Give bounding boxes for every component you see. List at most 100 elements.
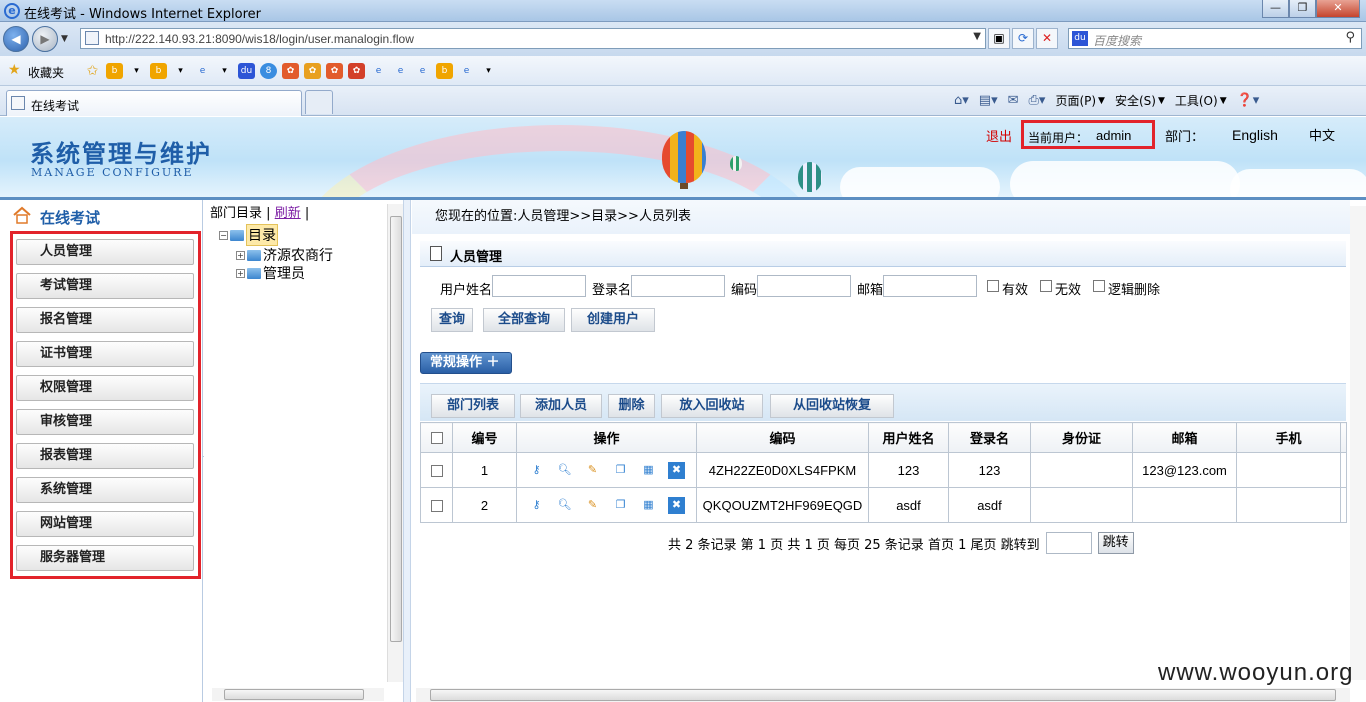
tree-node[interactable]: + 济源农商行 [236,245,333,265]
sidebar-item-permission[interactable]: 权限管理 [16,375,194,401]
column-header[interactable]: 身份证 [1030,422,1133,453]
calendar-icon[interactable]: ▦ [640,497,657,514]
dropdown-icon[interactable]: ▾ [480,63,497,79]
calendar-icon[interactable]: ▦ [640,462,657,479]
scroll-thumb[interactable] [430,689,1336,701]
refresh-icon[interactable]: ⟳ [1012,28,1034,49]
invalid-checkbox[interactable] [1040,280,1052,292]
stop-icon[interactable]: ✕ [1036,28,1058,49]
ie-link-icon[interactable]: e [414,63,431,79]
lang-english-link[interactable]: English [1232,127,1278,143]
dropdown-icon[interactable]: ▾ [172,63,189,79]
ie-link-icon[interactable]: e [458,63,475,79]
favorites-star-icon[interactable]: ★ [8,62,21,78]
email-input[interactable] [883,275,977,297]
print-icon[interactable]: ⎙▾ [1029,93,1046,108]
mail-icon[interactable]: ✉ [1008,93,1019,108]
column-header[interactable]: 编码 [696,422,869,453]
favorites-label[interactable]: 收藏夹 [28,64,64,81]
sidebar-item-registration[interactable]: 报名管理 [16,307,194,333]
close-window-button[interactable]: ✕ [1316,0,1360,18]
logic-delete-checkbox[interactable] [1093,280,1105,292]
delete-icon[interactable]: ✖ [668,461,685,479]
column-header[interactable]: 用户姓名 [868,422,949,453]
expand-icon[interactable]: + [236,268,245,278]
site-icon[interactable]: ✿ [326,63,343,79]
row-checkbox[interactable] [430,465,443,478]
tree-horizontal-scrollbar[interactable] [212,688,384,701]
forward-button[interactable]: ▶ [32,26,58,52]
address-field[interactable]: http://222.140.93.21:8090/wis18/login/us… [80,28,986,49]
table-row[interactable]: 1 ⚷ 🔍︎ ✎ ❐ ▦ ✖ 4ZH22ZE0D0XLS4FPKM 123 12… [420,452,1347,488]
view-icon[interactable]: 🔍︎ [556,462,573,479]
search-box[interactable]: du 百度搜索 ⚲ [1068,28,1362,49]
column-header[interactable]: 邮箱 [1132,422,1237,453]
username-input[interactable] [492,275,586,297]
copy-icon[interactable]: ❐ [612,462,629,479]
column-header[interactable]: 手机 [1236,422,1341,453]
sidebar-item-system[interactable]: 系统管理 [16,477,194,503]
column-header[interactable]: 编号 [452,422,517,453]
site-icon[interactable]: ✿ [348,63,365,79]
main-horizontal-scrollbar[interactable] [416,688,1350,702]
help-icon[interactable]: ❓▾ [1237,93,1260,108]
table-row[interactable]: 2 ⚷ 🔍︎ ✎ ❐ ▦ ✖ QKQOUZMT2HF969EQGD asdf a… [420,487,1347,523]
panel-splitter[interactable] [403,200,411,702]
compat-view-icon[interactable]: ▣ [988,28,1010,49]
query-all-button[interactable]: 全部查询 [483,308,565,332]
dropdown-icon[interactable]: ▾ [216,63,233,79]
new-tab-button[interactable] [305,90,333,114]
edit-icon[interactable]: ✎ [584,462,601,479]
page-menu[interactable]: 页面(P) [1055,92,1096,109]
safety-menu[interactable]: 安全(S) [1115,92,1156,109]
tree-node-label[interactable]: 管理员 [263,263,305,283]
to-recycle-button[interactable]: 放入回收站 [661,394,763,418]
baidu-icon[interactable]: du [238,63,255,79]
restore-button[interactable]: 从回收站恢复 [770,394,894,418]
home-icon[interactable]: ⌂▾ [954,93,969,108]
history-dropdown-icon[interactable]: ▼ [61,34,68,44]
site-icon[interactable]: 8 [260,63,277,79]
search-icon[interactable]: ⚲ [1345,30,1355,45]
site-icon[interactable]: ✿ [304,63,321,79]
row-checkbox[interactable] [430,500,443,513]
browser-tab[interactable]: 在线考试 [6,90,302,116]
scroll-thumb[interactable] [224,689,364,700]
login-input[interactable] [631,275,725,297]
sidebar-item-report[interactable]: 报表管理 [16,443,194,469]
back-button[interactable]: ◀ [3,26,29,52]
ie-link-icon[interactable]: e [392,63,409,79]
delete-icon[interactable]: ✖ [668,496,685,514]
lang-chinese-link[interactable]: 中文 [1309,125,1335,144]
jump-button[interactable]: 跳转 [1097,532,1134,554]
main-vertical-scrollbar[interactable] [1350,206,1366,680]
add-favorite-icon[interactable]: ✩ [84,63,101,79]
tree-node[interactable]: + 管理员 [236,263,305,283]
rss-feed-icon[interactable]: ▤▾ [979,93,998,108]
delete-button[interactable]: 删除 [608,394,655,418]
bing-icon[interactable]: b [436,63,453,79]
tree-root-label[interactable]: 目录 [246,224,278,246]
code-input[interactable] [757,275,851,297]
view-icon[interactable]: 🔍︎ [556,497,573,514]
column-header[interactable]: 登录名 [948,422,1031,453]
sidebar-item-audit[interactable]: 审核管理 [16,409,194,435]
common-ops-button[interactable]: 常规操作 ＋ [420,352,512,374]
ie-link-icon[interactable]: e [370,63,387,79]
key-icon[interactable]: ⚷ [528,497,545,514]
url-dropdown-icon[interactable]: ▼ [973,31,981,42]
collapse-icon[interactable]: − [219,230,228,240]
sidebar-item-exam[interactable]: 考试管理 [16,273,194,299]
edit-icon[interactable]: ✎ [584,497,601,514]
sidebar-item-personnel[interactable]: 人员管理 [16,239,194,265]
tools-menu[interactable]: 工具(O) [1175,92,1218,109]
tree-refresh-link[interactable]: 刷新 [275,206,301,221]
tree-root[interactable]: − 目录 [219,224,278,246]
jump-page-input[interactable] [1045,532,1092,554]
expand-icon[interactable]: + [236,250,245,260]
sidebar-item-server[interactable]: 服务器管理 [16,545,194,571]
minimize-button[interactable]: — [1262,0,1289,18]
query-button[interactable]: 查询 [431,308,473,332]
add-person-button[interactable]: 添加人员 [520,394,602,418]
dept-list-button[interactable]: 部门列表 [431,394,515,418]
